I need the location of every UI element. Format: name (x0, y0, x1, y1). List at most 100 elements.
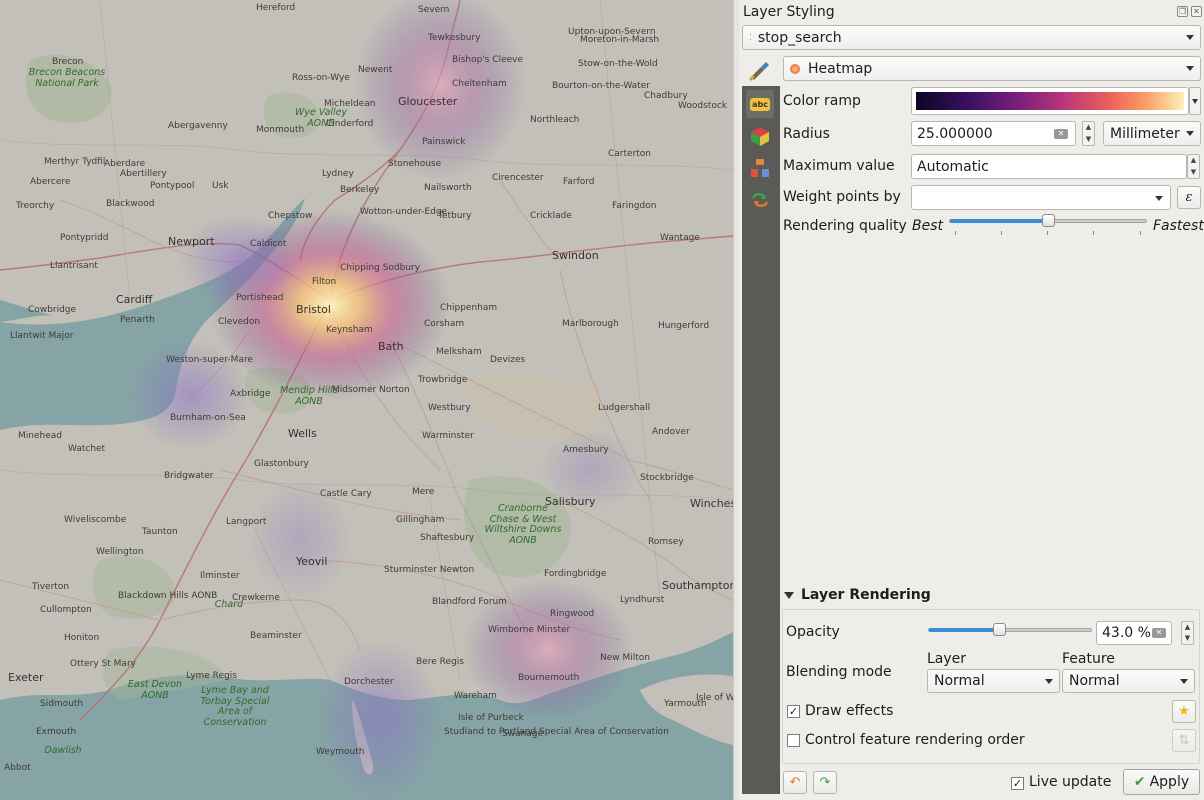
layer-blend-select[interactable]: Normal (927, 669, 1060, 693)
quality-slider-handle[interactable] (1042, 214, 1055, 227)
place-label: Burnham-on-Sea (170, 413, 246, 423)
place-label: Weston-super-Mare (166, 355, 253, 365)
place-label: Moreton-in-Marsh (580, 35, 660, 45)
place-label: Trowbridge (418, 375, 468, 385)
clear-icon[interactable]: ✕ (1054, 129, 1068, 139)
place-label: Woodstock (678, 101, 727, 111)
place-label: Painswick (422, 137, 466, 147)
color-ramp-button[interactable] (911, 87, 1189, 115)
place-label: Blackwood (106, 199, 155, 209)
opacity-slider-handle[interactable] (992, 623, 1006, 636)
chevron-down-icon (1045, 679, 1053, 684)
history-arrows-icon (751, 193, 769, 207)
slider-tick (1001, 231, 1002, 235)
rendering-quality-slider[interactable] (949, 214, 1147, 236)
tab-history[interactable] (746, 186, 774, 214)
chevron-down-icon (1186, 131, 1194, 136)
color-ramp-label: Color ramp (783, 93, 861, 109)
tab-labels[interactable]: abc (746, 90, 774, 118)
spin-down-icon[interactable]: ▼ (1083, 134, 1094, 146)
opacity-slider-fill (929, 628, 999, 632)
place-label: Aberdare (104, 159, 146, 169)
place-label: Stonehouse (388, 159, 442, 169)
place-label: Severn (418, 5, 450, 15)
clear-icon[interactable]: ✕ (1152, 628, 1166, 638)
place-label: Cardiff (116, 293, 153, 306)
place-label: Caldicot (250, 239, 287, 249)
place-label: Berkeley (340, 185, 380, 195)
heatmap-icon (790, 63, 800, 74)
spin-up-icon[interactable]: ▲ (1188, 155, 1199, 167)
place-label: Ilminster (200, 571, 240, 581)
place-label: Clevedon (218, 317, 261, 327)
chevron-down-icon (1155, 196, 1163, 201)
color-ramp-dropdown[interactable] (1189, 87, 1201, 115)
opacity-input[interactable]: 43.0 % ✕ (1096, 621, 1172, 645)
place-label: Bournemouth (518, 673, 580, 683)
place-label: Wiveliscombe (64, 515, 127, 525)
opacity-spinbox[interactable]: ▲ ▼ (1181, 621, 1194, 645)
rendering-quality-label: Rendering quality (783, 218, 907, 234)
checkmark-icon: ✔ (1133, 774, 1146, 790)
map-canvas[interactable]: Hereford Severn Tewkesbury Upton-upon-Sever… (0, 0, 733, 800)
effects-star-button[interactable]: ★ (1172, 700, 1196, 723)
opacity-slider-track (928, 628, 1092, 632)
apply-button[interactable]: ✔ Apply (1123, 769, 1200, 795)
control-order-label: Control feature rendering order (805, 732, 1025, 748)
place-label: Cranborne Chase & West Wiltshire Downs A… (484, 503, 562, 546)
place-label: Warminster (422, 431, 474, 441)
draw-effects-checkbox[interactable]: ✓ (787, 705, 800, 718)
place-label: Bourton-on-the-Water (552, 81, 650, 91)
tab-diagrams[interactable] (746, 154, 774, 182)
live-update-checkbox[interactable]: ✓ (1011, 777, 1024, 790)
place-label: Brecon (52, 57, 84, 67)
layer-select[interactable]: ⁚ stop_search (742, 25, 1201, 50)
place-label: Wantage (660, 233, 700, 243)
radius-value: 25.000000 (917, 125, 993, 142)
radius-spinbox[interactable]: ▲ ▼ (1082, 121, 1095, 146)
place-label: Sturminster Newton (384, 565, 475, 575)
spin-up-icon[interactable]: ▲ (1182, 622, 1193, 633)
place-label: Ludgershall (598, 403, 651, 413)
place-label: Yeovil (296, 555, 328, 568)
place-label: Fordingbridge (544, 569, 607, 579)
place-label: Pontypridd (60, 233, 109, 243)
float-panel-icon[interactable]: ❐ (1177, 6, 1188, 17)
place-label: Isle of Wight (696, 693, 733, 703)
sort-order-button[interactable]: ⇅ (1172, 729, 1196, 752)
feature-blend-value: Normal (1069, 673, 1120, 689)
close-panel-icon[interactable]: ✕ (1191, 6, 1202, 17)
place-label: Chepstow (268, 211, 313, 221)
layer-rendering-title: Layer Rendering (801, 587, 931, 603)
feature-blend-select[interactable]: Normal (1062, 669, 1195, 693)
opacity-slider[interactable] (928, 622, 1092, 638)
place-label: Usk (212, 181, 229, 191)
place-label: Minehead (18, 431, 62, 441)
undo-button[interactable]: ↶ (783, 771, 807, 794)
place-label: Cricklade (530, 211, 572, 221)
radius-unit-value: Millimeter (1110, 125, 1180, 142)
renderer-select[interactable]: Heatmap (783, 56, 1201, 81)
slider-tick (955, 231, 956, 235)
weight-points-field[interactable] (911, 185, 1171, 210)
control-order-checkbox[interactable] (787, 734, 800, 747)
spin-down-icon[interactable]: ▼ (1182, 633, 1193, 644)
sort-icon: ⇅ (1178, 733, 1190, 748)
place-label: Marlborough (562, 319, 619, 329)
place-label: Exmouth (36, 727, 77, 737)
layer-rendering-section-header[interactable]: Layer Rendering (784, 587, 1200, 603)
redo-button[interactable]: ↷ (813, 771, 837, 794)
maximum-value-input[interactable]: Automatic (911, 154, 1187, 179)
tab-3d-view[interactable] (746, 122, 774, 150)
undo-icon: ↶ (789, 775, 801, 790)
radius-input[interactable]: 25.000000 ✕ (911, 121, 1076, 146)
expression-button[interactable]: ε (1177, 186, 1201, 209)
opacity-label: Opacity (786, 624, 840, 640)
maximum-value-spinbox[interactable]: ▲ ▼ (1187, 154, 1200, 179)
place-label: Farford (563, 177, 595, 187)
place-label: East Devon AONB (127, 679, 183, 701)
radius-unit-select[interactable]: Millimeter (1103, 121, 1201, 146)
place-label: Newent (358, 65, 393, 75)
spin-down-icon[interactable]: ▼ (1188, 167, 1199, 179)
spin-up-icon[interactable]: ▲ (1083, 122, 1094, 134)
